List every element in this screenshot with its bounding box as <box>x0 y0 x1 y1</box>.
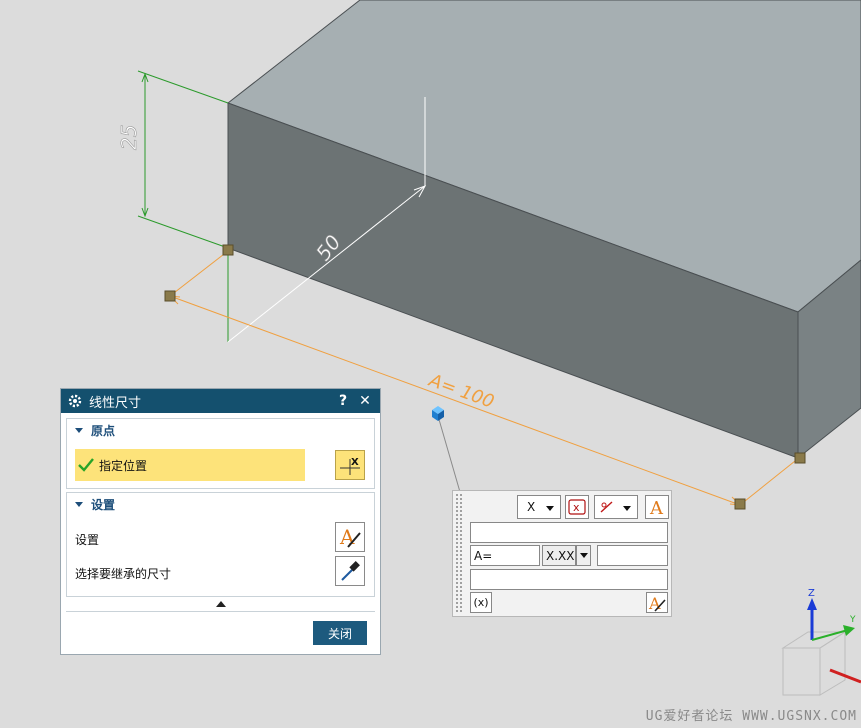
collapse-up-icon <box>215 601 226 607</box>
close-button[interactable]: 关闭 <box>313 621 367 645</box>
svg-text:x: x <box>573 501 580 514</box>
svg-text:X: X <box>351 457 359 468</box>
triad-z-label: Z <box>808 588 815 599</box>
checkmark-icon <box>78 458 94 472</box>
value-field[interactable] <box>597 545 668 566</box>
settings-group-header[interactable]: 设置 <box>67 493 374 515</box>
view-triad[interactable]: Z Y <box>781 588 861 696</box>
more-options-toggle[interactable] <box>66 597 375 611</box>
expression-toggle-button[interactable]: x <box>565 495 589 519</box>
specify-location-row[interactable]: 指定位置 <box>75 449 305 481</box>
suffix-text-field[interactable] <box>470 569 668 590</box>
drag-handle-cube[interactable] <box>432 406 444 421</box>
expression-field[interactable]: A= <box>470 545 540 566</box>
collapse-triangle-icon <box>75 501 83 507</box>
prefix-text-field[interactable] <box>470 522 668 543</box>
length-dimension-label: A= 100 <box>425 370 497 413</box>
leader-line <box>437 415 461 493</box>
chevron-down-icon <box>579 553 588 558</box>
chevron-down-icon <box>621 502 633 514</box>
linear-dimension-dialog: 线性尺寸 ? ✕ 原点 指定位置 X 设置 设置 A 选择要继承的尺寸 关闭 <box>60 388 381 655</box>
handle-point[interactable] <box>794 452 806 464</box>
text-a-icon: A <box>649 498 664 516</box>
dimension-origin-icon: X <box>340 457 360 475</box>
chevron-down-icon <box>544 502 556 514</box>
format-dropdown-arrow[interactable] <box>576 545 591 566</box>
origin-group-title: 原点 <box>91 423 116 438</box>
expression-label: A= <box>474 548 493 563</box>
settings-group-title: 设置 <box>91 497 116 512</box>
origin-group-header[interactable]: 原点 <box>67 419 374 441</box>
handle-point[interactable] <box>734 498 746 510</box>
help-button[interactable]: ? <box>334 393 352 409</box>
style-button[interactable]: A <box>646 592 668 613</box>
svg-text:A: A <box>339 525 355 549</box>
close-dialog-icon[interactable]: ✕ <box>356 393 374 409</box>
height-dimension[interactable] <box>137 70 229 342</box>
dialog-title: 线性尺寸 <box>89 395 142 411</box>
text-style-icon: A <box>339 525 361 549</box>
origin-group: 原点 指定位置 X <box>66 418 375 489</box>
drag-grip[interactable] <box>455 493 463 614</box>
text-option-dropdown[interactable]: X <box>517 495 561 519</box>
handle-point[interactable] <box>222 244 234 256</box>
collapse-triangle-icon <box>75 427 83 433</box>
svg-text:A: A <box>648 594 661 612</box>
expression-x-icon: x <box>568 499 586 515</box>
dialog-titlebar[interactable]: 线性尺寸 ? ✕ <box>61 389 380 413</box>
handle-point[interactable] <box>164 290 176 302</box>
variable-button[interactable]: (x) <box>470 592 492 613</box>
format-dropdown[interactable]: X.XX <box>542 545 576 566</box>
inherit-dimension-label: 选择要继承的尺寸 <box>75 567 172 581</box>
height-dimension-label: 25 <box>117 125 141 150</box>
specify-location-label: 指定位置 <box>99 458 148 473</box>
format-value: X.XX <box>546 548 575 563</box>
eyedropper-icon <box>341 561 360 581</box>
tolerance-dropdown[interactable] <box>594 495 638 519</box>
svg-text:A: A <box>649 498 664 516</box>
onscreen-dimension-input: X x A A= X.XX (x) A <box>452 490 672 617</box>
settings-button[interactable]: A <box>335 522 365 552</box>
gear-icon[interactable] <box>67 393 83 409</box>
text-option-value: X <box>527 500 536 514</box>
settings-label: 设置 <box>75 533 100 547</box>
tolerance-icon <box>600 501 613 513</box>
divider <box>66 611 375 612</box>
text-settings-button[interactable]: A <box>645 495 669 519</box>
settings-group: 设置 设置 A 选择要继承的尺寸 <box>66 492 375 597</box>
watermark: UG爱好者论坛 WWW.UGSNX.COM <box>645 709 857 724</box>
triad-y-label: Y <box>849 615 856 625</box>
variable-button-label: (x) <box>473 596 489 609</box>
text-style-icon: A <box>648 594 666 612</box>
origin-tool-button[interactable]: X <box>335 450 365 480</box>
inherit-button[interactable] <box>335 556 365 586</box>
